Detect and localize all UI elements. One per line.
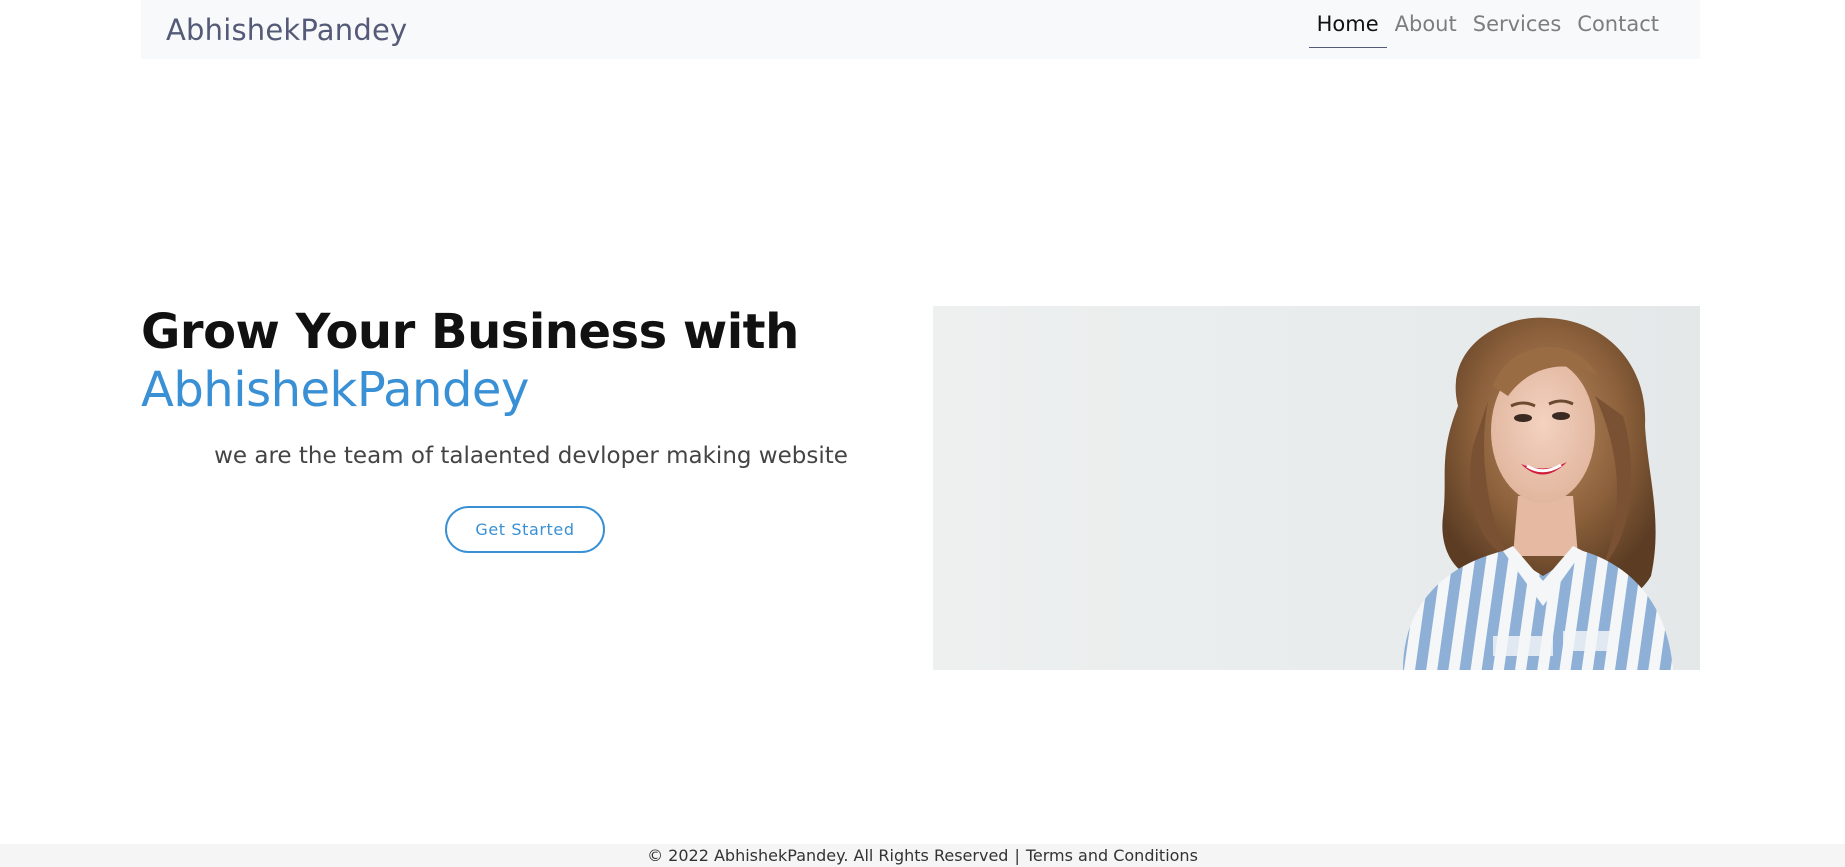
hero-image (933, 306, 1700, 670)
nav-link-contact[interactable]: Contact (1569, 0, 1667, 48)
footer-copyright: © 2022 AbhishekPandey. All Rights Reserv… (647, 846, 1009, 865)
nav-link-about[interactable]: About (1387, 0, 1465, 48)
nav-link-services[interactable]: Services (1465, 0, 1570, 48)
terms-link[interactable]: Terms and Conditions (1026, 846, 1198, 865)
smiling-woman-portrait-icon (1403, 317, 1673, 670)
hero-text: Grow Your Business with AbhishekPandey w… (141, 303, 911, 553)
hero-title: Grow Your Business with AbhishekPandey (141, 303, 911, 419)
footer: © 2022 AbhishekPandey. All Rights Reserv… (0, 844, 1845, 867)
hero-title-line: Grow Your Business with (141, 304, 799, 360)
hero-title-brand: AbhishekPandey (141, 362, 529, 418)
hero-subtitle: we are the team of talaented devloper ma… (214, 443, 848, 469)
nav-links: Home About Services Contact (1308, 0, 1667, 59)
page: AbhishekPandey Home About Services Conta… (0, 0, 1845, 867)
navbar-brand[interactable]: AbhishekPandey (166, 13, 407, 47)
get-started-button[interactable]: Get Started (445, 506, 605, 553)
footer-separator: | (1014, 846, 1020, 865)
nav-link-home[interactable]: Home (1308, 0, 1387, 48)
navbar: AbhishekPandey Home About Services Conta… (141, 0, 1700, 59)
